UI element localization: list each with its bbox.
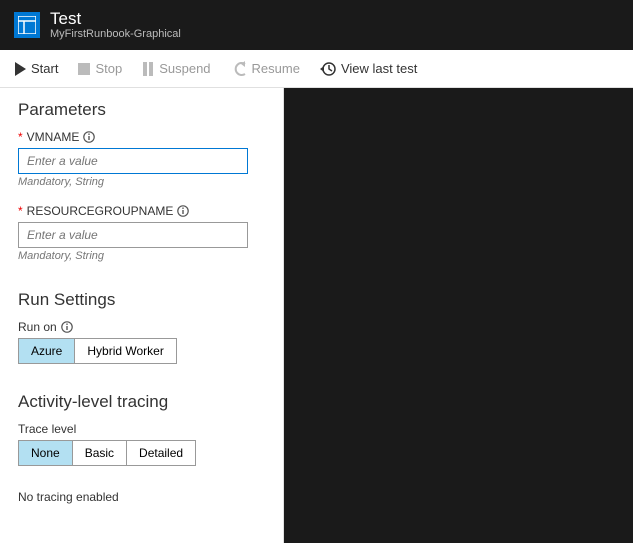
- blade-header: Test MyFirstRunbook-Graphical: [0, 0, 633, 50]
- resourcegroupname-hint: Mandatory, String: [18, 250, 265, 262]
- parameters-heading: Parameters: [18, 100, 265, 120]
- stop-icon: [78, 63, 90, 75]
- page-subtitle: MyFirstRunbook-Graphical: [50, 28, 181, 40]
- trace-level-label-text: Trace level: [18, 422, 76, 436]
- run-settings-heading: Run Settings: [18, 290, 265, 310]
- resume-button: Resume: [231, 61, 300, 77]
- blade-icon: [14, 12, 40, 38]
- trace-none[interactable]: None: [19, 441, 73, 465]
- vmname-hint: Mandatory, String: [18, 176, 265, 188]
- required-mark: *: [18, 130, 23, 144]
- trace-level-label: Trace level: [18, 422, 265, 436]
- view-last-test-button[interactable]: View last test: [320, 61, 417, 77]
- trace-level-selector: None Basic Detailed: [18, 440, 196, 466]
- tracing-message: No tracing enabled: [18, 490, 265, 504]
- toolbar: Start Stop Suspend Resume View last test: [0, 50, 633, 88]
- resourcegroupname-label-text: RESOURCEGROUPNAME: [27, 204, 174, 218]
- run-on-label-text: Run on: [18, 320, 57, 334]
- view-last-test-label: View last test: [341, 61, 417, 76]
- required-mark: *: [18, 204, 23, 218]
- info-icon[interactable]: [61, 321, 73, 333]
- resourcegroupname-label: * RESOURCEGROUPNAME: [18, 204, 265, 218]
- vmname-label: * VMNAME: [18, 130, 265, 144]
- stop-label: Stop: [95, 61, 122, 76]
- run-on-azure[interactable]: Azure: [19, 339, 75, 363]
- info-icon[interactable]: [83, 131, 95, 143]
- stop-button: Stop: [78, 61, 122, 76]
- vmname-input[interactable]: [18, 148, 248, 174]
- info-icon[interactable]: [177, 205, 189, 217]
- start-label: Start: [31, 61, 58, 76]
- history-icon: [320, 61, 336, 77]
- run-on-label: Run on: [18, 320, 265, 334]
- run-on-hybrid[interactable]: Hybrid Worker: [75, 339, 175, 363]
- play-icon: [14, 62, 26, 76]
- suspend-label: Suspend: [159, 61, 210, 76]
- page-title: Test: [50, 10, 181, 29]
- resourcegroupname-input[interactable]: [18, 222, 248, 248]
- trace-detailed[interactable]: Detailed: [127, 441, 195, 465]
- pause-icon: [142, 62, 154, 76]
- trace-basic[interactable]: Basic: [73, 441, 127, 465]
- suspend-button: Suspend: [142, 61, 210, 76]
- start-button[interactable]: Start: [14, 61, 58, 76]
- resume-icon: [231, 61, 247, 77]
- tracing-heading: Activity-level tracing: [18, 392, 265, 412]
- content-area: Parameters * VMNAME Mandatory, String * …: [0, 88, 633, 543]
- resume-label: Resume: [252, 61, 300, 76]
- settings-panel: Parameters * VMNAME Mandatory, String * …: [0, 88, 284, 543]
- run-on-selector: Azure Hybrid Worker: [18, 338, 177, 364]
- output-pane: [284, 88, 633, 543]
- vmname-label-text: VMNAME: [27, 130, 80, 144]
